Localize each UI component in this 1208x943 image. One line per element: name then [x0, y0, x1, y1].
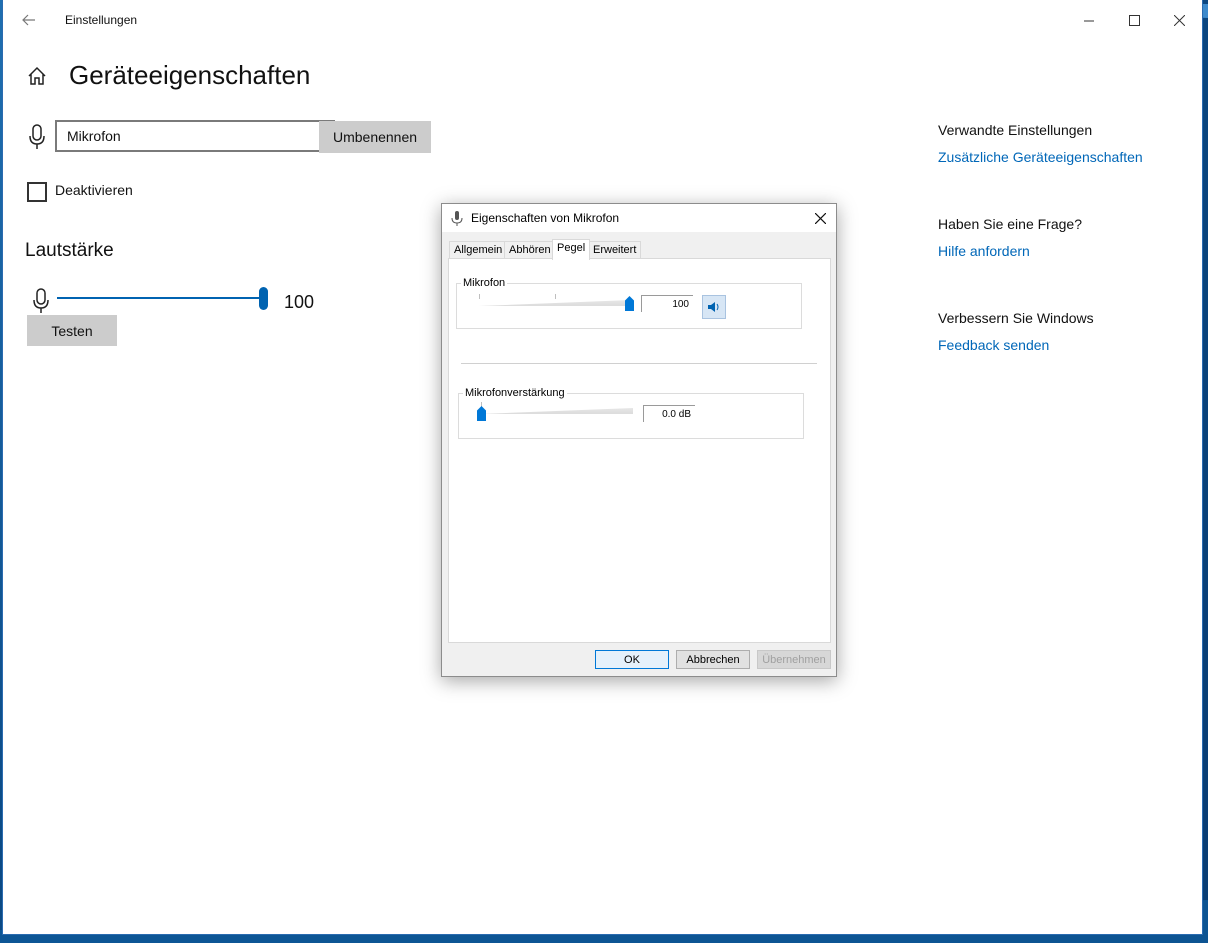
microphone-properties-dialog: Eigenschaften von Mikrofon Allgemein Abh… [441, 203, 837, 677]
back-arrow-icon [22, 14, 35, 26]
get-help-link[interactable]: Hilfe anfordern [938, 243, 1030, 259]
device-name-input[interactable] [55, 120, 335, 152]
level-tick [555, 294, 632, 299]
back-button[interactable] [15, 8, 43, 32]
window-title: Einstellungen [65, 13, 138, 27]
volume-value: 100 [284, 292, 315, 312]
title-bar: Einstellungen [3, 0, 1202, 40]
related-settings-heading: Verwandte Einstellungen [938, 122, 1093, 138]
microphone-level-value[interactable]: 100 [641, 295, 693, 312]
boost-level-track[interactable] [481, 408, 633, 414]
volume-slider-thumb[interactable] [259, 287, 268, 310]
dialog-close-button[interactable] [808, 208, 832, 228]
disable-label: Deaktivieren [55, 182, 133, 198]
pegel-tab-panel: Mikrofon 100 Mikrofonverstärkung 0.0 dB [448, 258, 831, 643]
apply-button[interactable]: Übernehmen [757, 650, 831, 669]
boost-group-label: Mikrofonverstärkung [463, 387, 567, 399]
tab-allgemein[interactable]: Allgemein [449, 241, 508, 259]
microphone-boost-group: Mikrofonverstärkung 0.0 dB [458, 387, 804, 439]
dialog-title-bar: Eigenschaften von Mikrofon [442, 204, 836, 232]
ok-button[interactable]: OK [595, 650, 669, 669]
level-tick [479, 294, 556, 299]
tab-pegel[interactable]: Pegel [552, 239, 591, 260]
home-icon[interactable] [25, 64, 49, 88]
microphone-icon [32, 288, 50, 314]
close-icon [814, 212, 826, 224]
question-heading: Haben Sie eine Frage? [938, 216, 1082, 232]
minimize-icon [1083, 20, 1094, 21]
microphone-level-track[interactable] [479, 300, 631, 306]
improve-windows-heading: Verbessern Sie Windows [938, 310, 1094, 326]
microphone-icon [28, 124, 46, 150]
close-button[interactable] [1156, 6, 1202, 34]
tab-abhoeren[interactable]: Abhören [504, 241, 556, 259]
rename-button[interactable]: Umbenennen [319, 121, 431, 153]
page-title: Geräteeigenschaften [69, 60, 311, 90]
tab-erweitert[interactable]: Erweitert [588, 241, 642, 259]
microphone-icon [451, 211, 463, 226]
mute-button[interactable] [702, 295, 726, 319]
speaker-icon [708, 302, 719, 312]
dialog-title: Eigenschaften von Mikrofon [471, 211, 620, 225]
test-button[interactable]: Testen [27, 315, 117, 346]
boost-level-thumb[interactable] [477, 406, 486, 421]
disable-checkbox[interactable] [27, 182, 47, 202]
volume-section-title: Lautstärke [25, 240, 114, 261]
additional-device-properties-link[interactable]: Zusätzliche Geräteeigenschaften [938, 149, 1143, 165]
volume-slider-track[interactable] [57, 297, 265, 299]
maximize-icon [1128, 14, 1140, 26]
maximize-button[interactable] [1111, 6, 1157, 34]
divider [461, 363, 817, 364]
microphone-level-group: Mikrofon 100 [456, 277, 802, 329]
level-tick [481, 402, 634, 407]
boost-level-value[interactable]: 0.0 dB [643, 405, 695, 422]
cancel-button[interactable]: Abbrechen [676, 650, 750, 669]
close-icon [1173, 14, 1185, 26]
feedback-link[interactable]: Feedback senden [938, 337, 1049, 353]
minimize-button[interactable] [1066, 6, 1112, 34]
microphone-group-label: Mikrofon [461, 277, 508, 289]
